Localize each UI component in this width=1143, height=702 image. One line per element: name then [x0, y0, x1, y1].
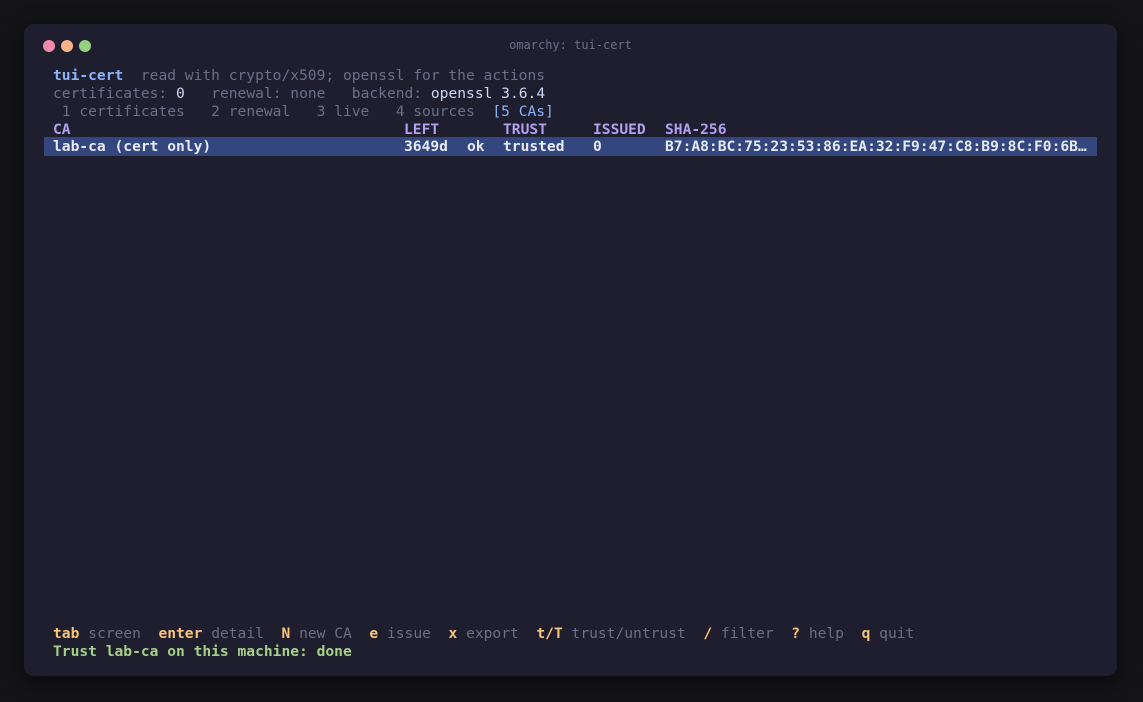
tab-certificates[interactable]: 1 certificates: [62, 103, 185, 120]
cell-trust: trusted: [503, 138, 565, 155]
key-enter-action: detail: [211, 625, 264, 642]
key-hint-bar: tab screen enter detail N new CA e issue…: [53, 625, 914, 643]
cell-ca: lab-ca (cert only): [53, 138, 212, 155]
key-new-ca-action: new CA: [299, 625, 352, 642]
backend-value: openssl 3.6.4: [430, 85, 546, 102]
key-filter: /: [703, 625, 713, 642]
key-issue: e: [369, 625, 379, 642]
app-tagline: read with crypto/x509; openssl for the a…: [140, 67, 546, 84]
key-quit-action: quit: [879, 625, 915, 642]
key-enter: enter: [158, 625, 203, 642]
tab-live[interactable]: 3 live: [317, 103, 370, 120]
tab-bar: 1 certificates 2 renewal 3 live 4 source…: [53, 103, 554, 121]
renewal-value: none: [290, 85, 326, 102]
status-message: Trust lab-ca on this machine: done: [53, 643, 352, 660]
key-help: ?: [791, 625, 801, 642]
key-tab: tab: [53, 625, 80, 642]
key-help-action: help: [808, 625, 844, 642]
table-row[interactable]: lab-ca (cert only) 3649d ok trusted 0 B7…: [44, 137, 1097, 156]
key-quit: q: [861, 625, 871, 642]
certificates-value: 0: [176, 85, 185, 102]
key-export: x: [448, 625, 458, 642]
cell-left: 3649d: [404, 138, 448, 155]
backend-label: backend:: [351, 85, 423, 102]
key-trust-action: trust/untrust: [571, 625, 686, 642]
terminal-content: tui-cert read with crypto/x509; openssl …: [24, 24, 1117, 676]
cell-left-status: ok: [467, 138, 485, 155]
certificates-label: certificates:: [53, 85, 168, 102]
key-issue-action: issue: [386, 625, 431, 642]
cell-issued: 0: [593, 138, 602, 155]
status-line: certificates: 0 renewal: none backend: o…: [53, 85, 545, 103]
app-name: tui-cert: [53, 67, 124, 84]
key-new-ca: N: [281, 625, 291, 642]
tab-sources[interactable]: 4 sources: [396, 103, 475, 120]
key-trust: t/T: [536, 625, 563, 642]
tab-cas[interactable]: [5 CAs]: [492, 103, 554, 120]
app-header: tui-cert read with crypto/x509; openssl …: [53, 67, 545, 85]
key-export-action: export: [466, 625, 519, 642]
cell-sha256: B7:A8:BC:75:23:53:86:EA:32:F9:47:C8:B9:8…: [665, 138, 1087, 155]
key-filter-action: filter: [720, 625, 774, 642]
tab-renewal[interactable]: 2 renewal: [211, 103, 290, 120]
key-tab-action: screen: [88, 625, 141, 642]
terminal-window: omarchy: tui-cert tui-cert read with cry…: [24, 24, 1117, 676]
renewal-label: renewal:: [211, 85, 282, 102]
